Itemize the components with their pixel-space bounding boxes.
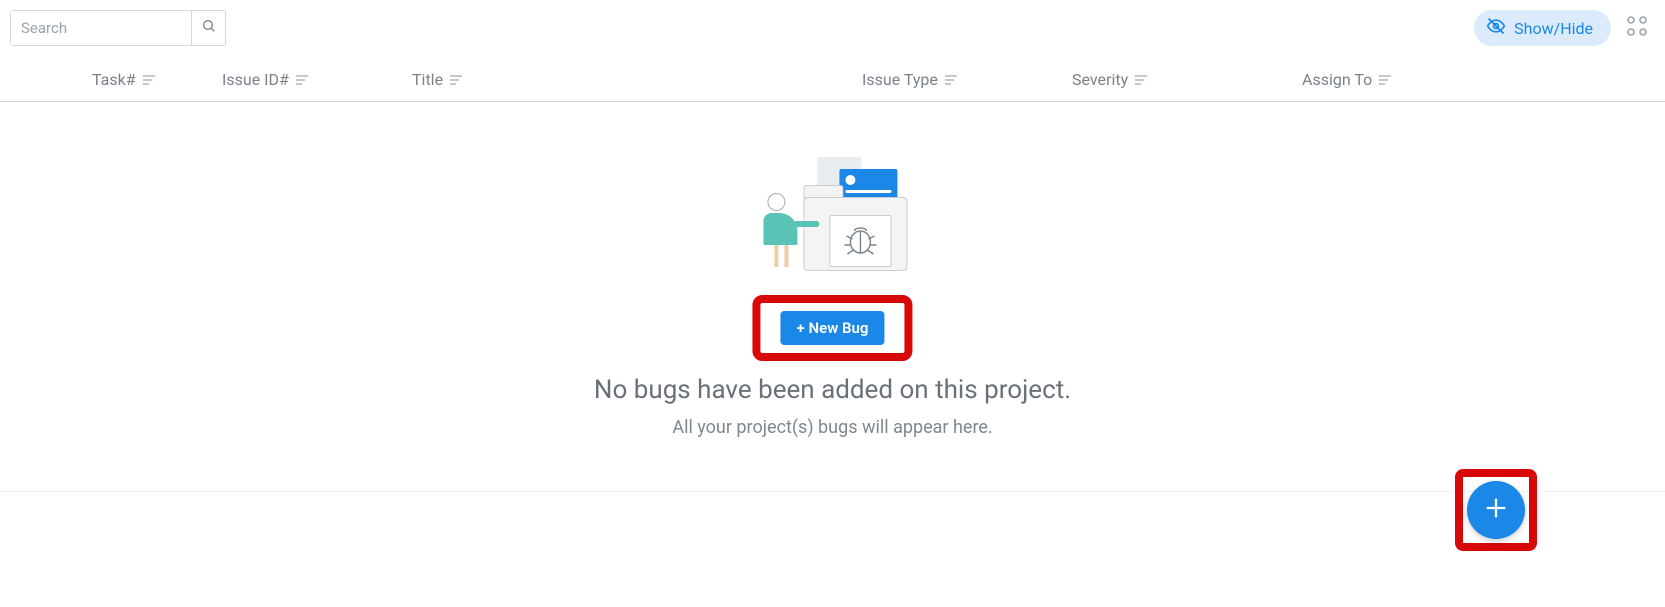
column-title[interactable]: Title <box>412 70 862 89</box>
column-label: Task# <box>92 70 136 89</box>
empty-subtitle: All your project(s) bugs will appear her… <box>672 417 992 438</box>
column-label: Assign To <box>1302 70 1372 89</box>
column-assign-to[interactable]: Assign To <box>1302 70 1392 89</box>
new-bug-highlight: + New Bug <box>753 295 913 361</box>
sort-icon <box>449 74 463 86</box>
show-hide-label: Show/Hide <box>1514 19 1593 38</box>
column-label: Issue Type <box>862 70 938 89</box>
sort-icon <box>1134 74 1148 86</box>
sort-icon <box>1378 74 1392 86</box>
show-hide-button[interactable]: Show/Hide <box>1474 10 1611 46</box>
column-headers: Task# Issue ID# Title Issue Type Severit… <box>0 56 1665 102</box>
eye-off-icon <box>1486 16 1506 40</box>
search-input[interactable] <box>11 11 191 45</box>
search-box <box>10 10 226 46</box>
column-issue-id[interactable]: Issue ID# <box>222 70 412 89</box>
plus-icon <box>1482 494 1510 526</box>
empty-illustration <box>757 157 907 277</box>
search-icon <box>201 18 217 38</box>
new-bug-button[interactable]: + New Bug <box>781 311 885 345</box>
sort-icon <box>295 74 309 86</box>
expand-button[interactable] <box>1625 12 1655 44</box>
empty-state: + New Bug No bugs have been added on thi… <box>594 157 1071 438</box>
column-label: Issue ID# <box>222 70 289 89</box>
bug-icon <box>840 221 880 261</box>
column-task[interactable]: Task# <box>92 70 222 89</box>
sort-icon <box>944 74 958 86</box>
column-issue-type[interactable]: Issue Type <box>862 70 1072 89</box>
add-fab[interactable] <box>1467 481 1525 539</box>
search-button[interactable] <box>191 11 225 45</box>
empty-title: No bugs have been added on this project. <box>594 375 1071 405</box>
column-severity[interactable]: Severity <box>1072 70 1302 89</box>
sort-icon <box>142 74 156 86</box>
expand-icon <box>1625 27 1649 42</box>
column-label: Severity <box>1072 70 1128 89</box>
column-label: Title <box>412 70 443 89</box>
fab-highlight <box>1455 469 1537 551</box>
